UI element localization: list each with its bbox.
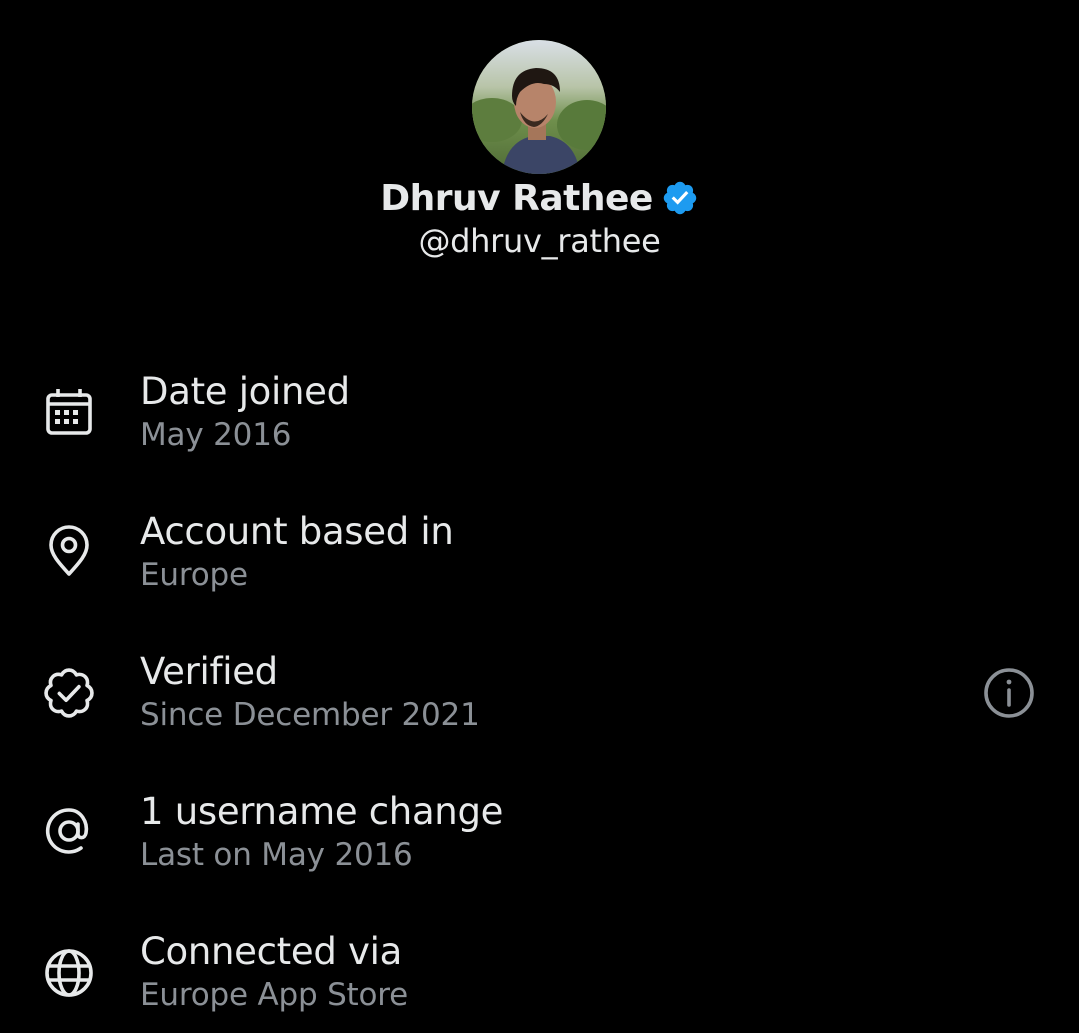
row-subtitle: Europe <box>140 557 248 593</box>
row-title: Verified <box>140 650 278 693</box>
display-name: Dhruv Rathee <box>380 177 653 219</box>
row-subtitle: Since December 2021 <box>140 697 480 733</box>
globe-icon <box>40 944 98 1002</box>
verified-check-icon <box>40 664 98 722</box>
name-row: Dhruv Rathee <box>0 176 1079 220</box>
info-row-account-based-in: Account based in Europe <box>0 500 1079 610</box>
avatar-photo <box>472 40 606 174</box>
row-subtitle: Last on May 2016 <box>140 837 413 873</box>
info-row-connected-via: Connected via Europe App Store <box>0 920 1079 1030</box>
row-title: Account based in <box>140 510 454 553</box>
at-sign-icon <box>40 802 98 860</box>
row-title: Date joined <box>140 370 350 413</box>
row-title: 1 username change <box>140 790 504 833</box>
info-row-date-joined: Date joined May 2016 <box>0 360 1079 470</box>
handle: @dhruv_rathee <box>418 222 661 260</box>
info-icon[interactable] <box>980 664 1038 722</box>
location-pin-icon <box>40 522 98 580</box>
calendar-icon <box>40 384 98 442</box>
row-subtitle: May 2016 <box>140 417 292 453</box>
info-row-verified: Verified Since December 2021 <box>0 640 1079 750</box>
row-title: Connected via <box>140 930 402 973</box>
profile-header: Dhruv Rathee @dhruv_rathee <box>0 0 1079 300</box>
avatar[interactable] <box>472 40 606 174</box>
info-row-username-change: 1 username change Last on May 2016 <box>0 780 1079 890</box>
row-subtitle: Europe App Store <box>140 977 409 1013</box>
verified-badge-icon <box>661 179 699 217</box>
